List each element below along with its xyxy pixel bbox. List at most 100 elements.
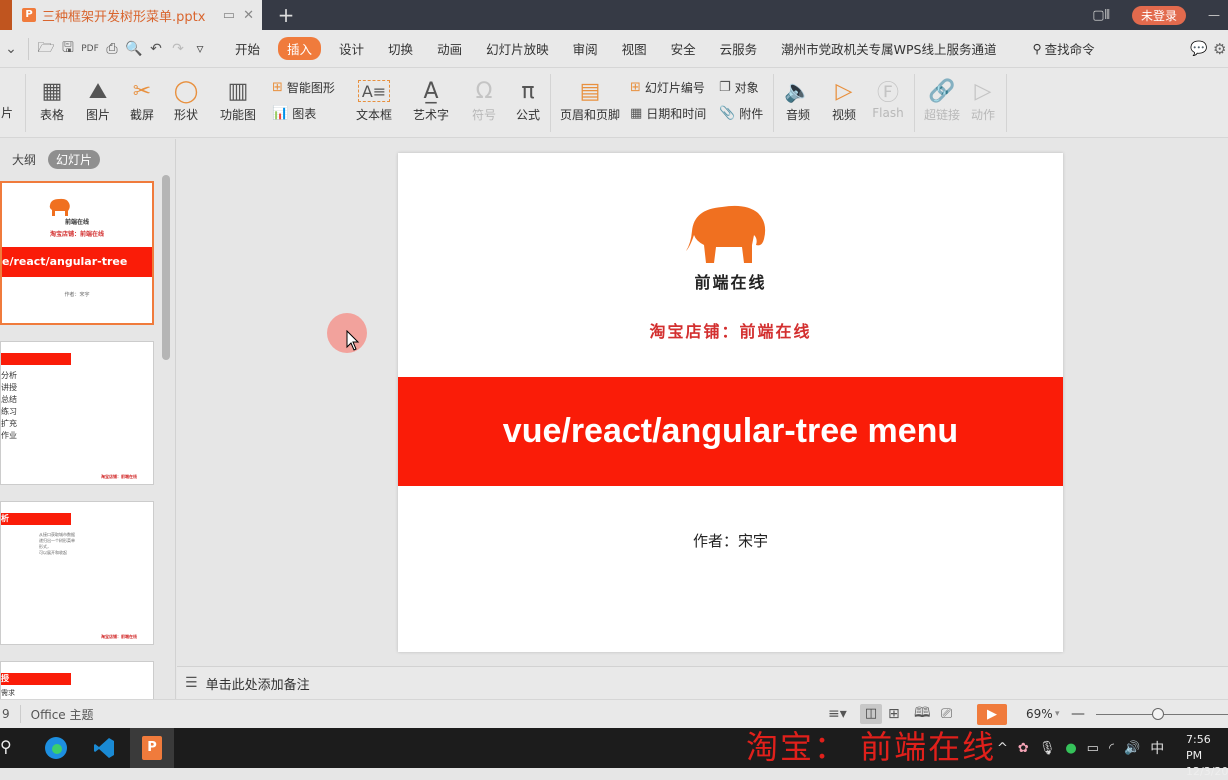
- zoom-slider-thumb[interactable]: [1152, 708, 1165, 720]
- normal-view-icon[interactable]: ◫: [860, 704, 882, 724]
- play-outline-icon: ▷: [974, 78, 992, 104]
- shape-label: 形状: [173, 108, 198, 122]
- taskbar-edge[interactable]: [34, 728, 78, 768]
- open-folder-icon[interactable]: 🗁: [35, 37, 57, 61]
- wifi-icon[interactable]: ◜: [1109, 741, 1114, 756]
- tab-outline[interactable]: 大纲: [4, 150, 44, 169]
- status-bar: 9 Office 主题 ≡▾ ◫ ⊞ 🕮 ⎚ ▶ 69% ▾ —: [0, 699, 1228, 728]
- slide-canvas: 前端在线 淘宝店铺：前端在线 vue/react/angular-tree me…: [177, 139, 1228, 666]
- tray-app-icon[interactable]: ✿: [1018, 741, 1029, 756]
- wordart-button[interactable]: A̲ 艺术字: [408, 76, 454, 123]
- close-tab-icon[interactable]: ✕: [243, 8, 254, 23]
- slide-thumbnail-3[interactable]: 析 从接口获取城市数据 递归出一个树形菜单 形式， 可以展开和收起 淘宝店铺：前…: [0, 501, 154, 645]
- zoom-dropdown-icon[interactable]: ▾: [1055, 709, 1060, 719]
- slide-thumbnail-4[interactable]: 授 需求: [0, 661, 154, 701]
- picture-button[interactable]: ⛰ 图片: [80, 76, 116, 123]
- ribbon-insert: 片 ▦ 表格 ⛰ 图片 ✂ 截屏 ◯ 形状 ▥ 功能图 ⊞ 智能图形 📊 图表 A≡ 文本框 A…: [0, 68, 1228, 138]
- ribbon-truncated-button[interactable]: 片: [0, 104, 14, 121]
- login-button[interactable]: 未登录: [1131, 5, 1186, 25]
- chart-button[interactable]: 📊 图表: [272, 105, 316, 122]
- elephant-logo-icon: [686, 205, 766, 263]
- hyperlink-button[interactable]: 🔗 超链接: [922, 76, 962, 123]
- microphone-icon[interactable]: 🎙: [1039, 741, 1056, 756]
- slide-thumbnail-1[interactable]: 前端在线 淘宝店铺：前端在线 e/react/angular-tree menu…: [0, 181, 154, 325]
- table-label: 表格: [39, 108, 64, 122]
- menu-insert[interactable]: 插入: [278, 37, 322, 60]
- slide-number-button[interactable]: ⊞ 幻灯片编号: [630, 79, 705, 96]
- menu-design[interactable]: 设计: [339, 39, 364, 58]
- menu-security[interactable]: 安全: [671, 39, 696, 58]
- attachment-button[interactable]: 📎 附件: [719, 105, 763, 122]
- formula-button[interactable]: π 公式: [510, 76, 546, 123]
- undo-icon[interactable]: ↶: [145, 41, 167, 57]
- screenshot-label: 截屏: [129, 108, 154, 122]
- layout-icon[interactable]: ▢⫴: [1092, 8, 1110, 23]
- menu-review[interactable]: 审阅: [573, 39, 598, 58]
- action-button[interactable]: ▷ 动作: [966, 76, 1000, 123]
- wps-presentation-icon: P: [142, 736, 162, 760]
- header-footer-button[interactable]: ▤ 页眉和页脚: [558, 76, 622, 123]
- object-button[interactable]: ❐ 对象: [719, 79, 759, 96]
- slide-thumbnail-2[interactable]: 分析 讲授 总结 练习 扩充 作业 淘宝店铺：前端在线: [0, 341, 154, 485]
- function-chart-icon: ▥: [227, 78, 249, 104]
- thumb-heading: 析: [1, 513, 71, 525]
- chat-icon[interactable]: 💬: [1190, 41, 1207, 57]
- video-button[interactable]: ▷ 视频: [826, 76, 862, 123]
- audio-button[interactable]: 🔈 音频: [780, 76, 816, 123]
- search-command[interactable]: ⚲ 查找命令: [1033, 39, 1095, 58]
- export-pdf-icon[interactable]: PDF: [79, 44, 101, 54]
- menu-start[interactable]: 开始: [235, 39, 260, 58]
- slide-sorter-icon[interactable]: ⊞: [888, 706, 900, 722]
- menu-slideshow[interactable]: 幻灯片放映: [486, 39, 549, 58]
- menu-animation[interactable]: 动画: [437, 39, 462, 58]
- record-icon[interactable]: ⎚: [941, 706, 952, 722]
- minimize-icon[interactable]: —: [1208, 8, 1228, 22]
- zoom-slider[interactable]: [1096, 708, 1228, 720]
- table-button[interactable]: ▦ 表格: [34, 76, 70, 123]
- zoom-out-icon[interactable]: —: [1071, 706, 1085, 722]
- divider: [19, 705, 21, 723]
- monitor-icon[interactable]: ▭: [223, 8, 235, 23]
- volume-icon[interactable]: 🔊: [1124, 741, 1140, 756]
- document-tab[interactable]: P 三种框架开发树形菜单.pptx ▭ ✕: [12, 0, 262, 30]
- textbox-button[interactable]: A≡ 文本框: [352, 76, 396, 123]
- date-time-button[interactable]: ▦ 日期和时间: [630, 105, 706, 122]
- menu-transition[interactable]: 切换: [388, 39, 413, 58]
- save-icon[interactable]: 🖫: [57, 37, 79, 61]
- quick-access-dropdown-icon[interactable]: ▿: [189, 41, 211, 57]
- smartart-button[interactable]: ⊞ 智能图形: [272, 79, 335, 96]
- tray-chevron-up-icon[interactable]: ^: [997, 741, 1008, 756]
- clock[interactable]: 7:56 PM 12/3/20: [1186, 732, 1228, 780]
- theme-name[interactable]: Office 主题: [31, 706, 94, 723]
- ime-indicator[interactable]: 中: [1150, 738, 1164, 758]
- taskbar-wps[interactable]: P: [130, 728, 174, 768]
- screenshot-button[interactable]: ✂ 截屏: [124, 76, 160, 123]
- battery-icon[interactable]: ▭: [1087, 741, 1099, 756]
- taskbar-vscode[interactable]: [82, 728, 126, 768]
- tab-slides[interactable]: 幻灯片: [48, 149, 101, 169]
- chevron-down-icon[interactable]: ⌄: [0, 41, 22, 57]
- redo-icon[interactable]: ↷: [167, 41, 189, 57]
- notes-toggle-icon[interactable]: ≡▾: [828, 706, 847, 722]
- current-slide[interactable]: 前端在线 淘宝店铺：前端在线 vue/react/angular-tree me…: [398, 153, 1063, 652]
- print-icon[interactable]: ⎙: [101, 41, 123, 57]
- menu-gov-channel[interactable]: 潮州市党政机关专属WPS线上服务通道: [781, 39, 996, 58]
- print-preview-icon[interactable]: 🔍: [123, 41, 145, 57]
- object-icon: ❐: [719, 80, 731, 95]
- new-tab-button[interactable]: +: [276, 3, 296, 27]
- menu-cloud-service[interactable]: 云服务: [720, 39, 758, 58]
- thumbnail-scrollbar[interactable]: [162, 175, 170, 360]
- search-icon[interactable]: ⚲: [0, 737, 12, 756]
- shape-button[interactable]: ◯ 形状: [168, 76, 204, 123]
- zoom-level[interactable]: 69%: [1026, 707, 1053, 721]
- symbol-button[interactable]: Ω 符号: [466, 76, 502, 123]
- function-chart-button[interactable]: ▥ 功能图: [214, 76, 262, 123]
- thumb-line: 分析: [1, 371, 17, 380]
- header-footer-icon: ▤: [579, 78, 601, 104]
- divider: [28, 37, 29, 60]
- gear-icon[interactable]: ⚙: [1213, 40, 1226, 58]
- notes-area[interactable]: ☰ 单击此处添加备注: [177, 666, 1228, 699]
- wechat-icon[interactable]: ●: [1065, 741, 1076, 756]
- flash-button[interactable]: Ⓕ Flash: [870, 76, 906, 120]
- menu-view[interactable]: 视图: [622, 39, 647, 58]
